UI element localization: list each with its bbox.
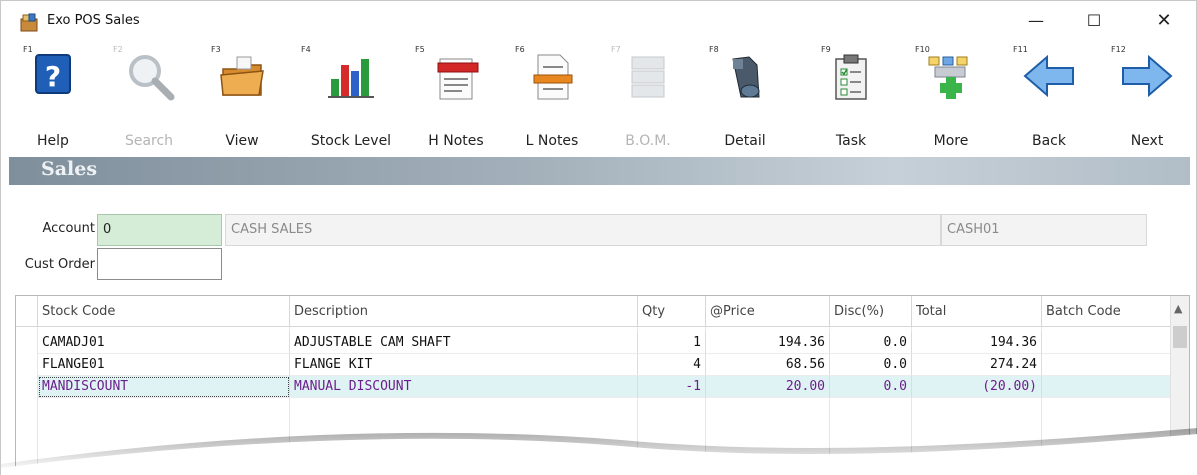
cell-qty[interactable]: 4 [638, 354, 706, 376]
binoculars-icon [732, 56, 760, 98]
header-form: Account 0 CASH SALES CASH01 Cust Order [9, 185, 1190, 285]
bom-button[interactable]: F7 B.O.M. [609, 41, 687, 157]
scroll-thumb[interactable] [1173, 326, 1187, 348]
svg-text:?: ? [45, 60, 61, 93]
l-notes-button[interactable]: F6 L Notes [513, 41, 591, 157]
column-header-batch-code[interactable]: Batch Code [1042, 296, 1172, 327]
cell-total: 274.24 [912, 354, 1042, 376]
cust-order-label: Cust Order [24, 257, 95, 272]
cell-price[interactable]: 20.00 [706, 376, 830, 398]
column-header-qty[interactable]: Qty [638, 296, 706, 327]
cell-qty[interactable]: 1 [638, 332, 706, 354]
account-label: Account [42, 221, 96, 236]
back-button[interactable]: F11 Back [1011, 41, 1087, 157]
toolbar-label: Search [124, 133, 174, 149]
h-notes-button[interactable]: F5 H Notes [413, 41, 499, 157]
help-button[interactable]: F1 ? Help [21, 41, 85, 157]
view-button[interactable]: F3 View [209, 41, 275, 157]
search-button[interactable]: F2 Search [111, 41, 187, 157]
stock-level-button[interactable]: F4 Stock Level [299, 41, 403, 157]
close-button[interactable]: ✕ [1141, 5, 1187, 37]
toolbar-label: View [225, 133, 259, 149]
account-name-field: CASH SALES [225, 214, 941, 246]
more-button[interactable]: F10 More [913, 41, 989, 157]
cell-disc[interactable]: 0.0 [830, 332, 912, 354]
task-button[interactable]: F9 Task [819, 41, 883, 157]
help-icon: ? [35, 54, 71, 94]
window-title: Exo POS Sales [47, 13, 140, 28]
cell-total: 194.36 [912, 332, 1042, 354]
cell-price[interactable]: 68.56 [706, 354, 830, 376]
bar-chart-icon [328, 59, 374, 98]
cell-batch-code[interactable] [1042, 332, 1172, 354]
toolbar-label: L Notes [525, 133, 579, 149]
account-code-field: CASH01 [941, 214, 1147, 246]
fkey-label: F8 [709, 45, 719, 54]
cell-stock-code[interactable]: FLANGE01 [38, 354, 290, 376]
account-field[interactable]: 0 [97, 214, 222, 246]
cell-description[interactable]: FLANGE KIT [290, 354, 638, 376]
row-indicator-header [16, 296, 38, 327]
section-banner: Sales [9, 157, 1190, 185]
fkey-label: F7 [611, 45, 621, 54]
cell-batch-code[interactable] [1042, 376, 1172, 398]
header-notes-icon [437, 58, 479, 100]
column-header-description[interactable]: Description [290, 296, 638, 327]
app-icon [20, 13, 38, 32]
column-header-total[interactable]: Total [912, 296, 1042, 327]
column-header-price[interactable]: @Price [706, 296, 830, 327]
toolbar-label: Detail [724, 133, 766, 149]
toolbar-label: Next [1130, 133, 1164, 149]
next-arrow-icon [1122, 54, 1173, 98]
toolbar-label: Help [37, 133, 69, 149]
back-arrow-icon [1023, 54, 1074, 98]
detail-button[interactable]: F8 Detail [707, 41, 783, 157]
cell-stock-code[interactable]: CAMADJ01 [38, 332, 290, 354]
cell-disc[interactable]: 0.0 [830, 376, 912, 398]
cell-stock-code[interactable]: MANDISCOUNT [38, 376, 290, 398]
cell-price[interactable]: 194.36 [706, 332, 830, 354]
toolbar-label: Back [1032, 133, 1066, 149]
folder-icon [220, 56, 264, 96]
more-icon [928, 56, 968, 99]
cell-description[interactable]: MANUAL DISCOUNT [290, 376, 638, 398]
sales-lines-grid: Stock Code Description Qty @Price Disc(%… [15, 295, 1190, 475]
minimize-button[interactable]: — [1013, 5, 1059, 37]
pos-sales-window: Exo POS Sales — ☐ ✕ F1 ? Help F2 Search … [0, 0, 1197, 475]
table-row-selected[interactable]: MANDISCOUNT MANUAL DISCOUNT -1 20.00 0.0… [38, 376, 1172, 398]
clipboard-icon [835, 54, 867, 100]
cell-description[interactable]: ADJUSTABLE CAM SHAFT [290, 332, 638, 354]
toolbar-label: More [933, 133, 969, 149]
title-bar: Exo POS Sales — ☐ ✕ [1, 1, 1196, 41]
column-header-disc[interactable]: Disc(%) [830, 296, 912, 327]
cell-disc[interactable]: 0.0 [830, 354, 912, 376]
toolbar: F1 ? Help F2 Search F3 View F4 Stock Lev… [1, 41, 1196, 157]
cell-batch-code[interactable] [1042, 354, 1172, 376]
bom-icon [631, 56, 665, 98]
line-notes-icon [533, 54, 573, 100]
fkey-label: F5 [415, 45, 425, 54]
cell-qty[interactable]: -1 [638, 376, 706, 398]
vertical-scrollbar[interactable]: ▲ [1170, 296, 1189, 475]
column-header-stock-code[interactable]: Stock Code [38, 296, 290, 327]
next-button[interactable]: F12 Next [1109, 41, 1185, 157]
fkey-label: F6 [515, 45, 525, 54]
search-icon [129, 55, 175, 101]
fkey-label: F4 [301, 45, 311, 54]
toolbar-label: H Notes [428, 133, 484, 149]
cust-order-field[interactable] [97, 248, 222, 280]
section-title: Sales [41, 158, 98, 180]
toolbar-label: Task [835, 133, 867, 149]
toolbar-label: Stock Level [310, 133, 392, 149]
cell-total: (20.00) [912, 376, 1042, 398]
scroll-up-arrow-icon[interactable]: ▲ [1174, 302, 1182, 315]
toolbar-label: B.O.M. [625, 133, 671, 149]
maximize-button[interactable]: ☐ [1071, 5, 1117, 37]
